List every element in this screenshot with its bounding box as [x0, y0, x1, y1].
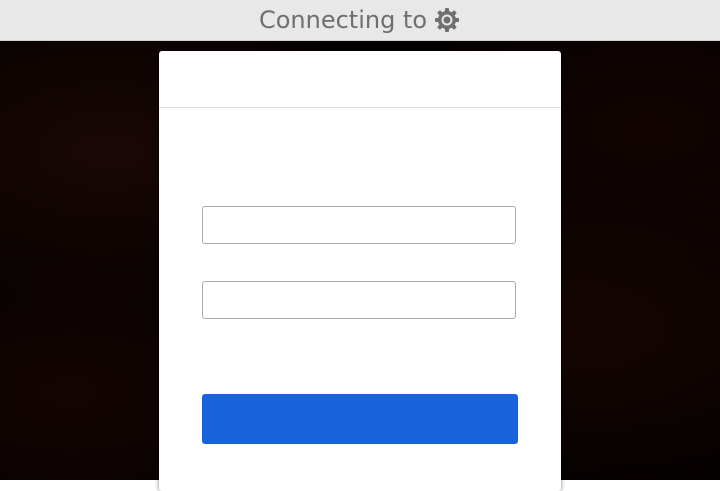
connecting-header: Connecting to	[0, 0, 720, 41]
password-input[interactable]	[202, 281, 516, 319]
connecting-title: Connecting to	[258, 6, 428, 34]
submit-button[interactable]	[202, 394, 518, 444]
gear-icon	[433, 6, 461, 34]
login-dialog	[159, 51, 561, 491]
dialog-header	[159, 51, 561, 108]
username-input[interactable]	[202, 206, 516, 244]
